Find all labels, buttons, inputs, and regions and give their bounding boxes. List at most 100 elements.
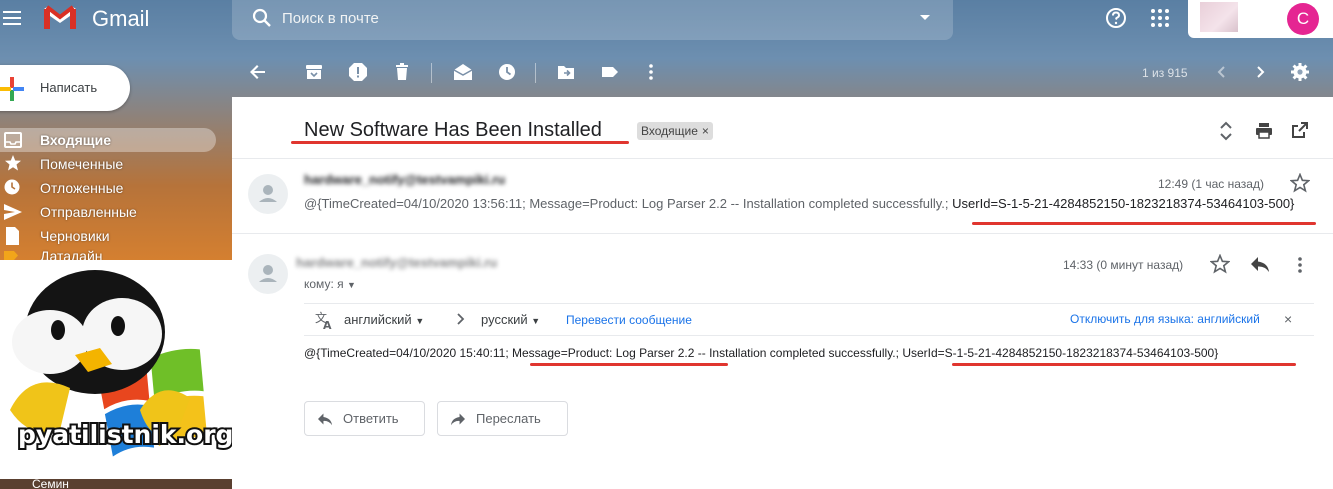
apps-grid-icon[interactable] [1149, 7, 1171, 29]
print-button[interactable] [1255, 122, 1273, 140]
chevron-down-icon: ▼ [346, 280, 356, 290]
source-language-value: английский [344, 312, 412, 327]
svg-text:A: A [323, 319, 332, 330]
highlight-underline [952, 363, 1296, 366]
help-icon[interactable] [1104, 6, 1128, 30]
watermark-logo: pyatilistnik.org [0, 260, 232, 489]
forward-label: Переслать [476, 411, 541, 426]
snippet-userid: UserId=S-1-5-21-4284852150-1823218374-53… [952, 196, 1295, 211]
sidebar-item-label: Входящие [40, 132, 111, 148]
star-outline-icon [1290, 173, 1310, 193]
settings-button[interactable] [1290, 62, 1310, 82]
report-spam-button[interactable] [348, 62, 368, 82]
gmail-m-icon [44, 5, 76, 29]
clock-icon [499, 64, 515, 80]
main-menu-button[interactable] [0, 5, 30, 31]
sidebar-item-label: Черновики [40, 228, 110, 244]
trash-icon [396, 63, 408, 80]
sidebar-item-label: Отправленные [40, 204, 137, 220]
label-chip-text: Входящие [641, 124, 698, 138]
body-userid: UserId=S-1-5-21-4284852150-1823218374-53… [902, 346, 1219, 360]
back-button[interactable] [248, 62, 268, 82]
more-options-button[interactable] [1290, 255, 1310, 275]
star-outline-icon [1210, 254, 1230, 274]
star-button[interactable] [1210, 254, 1230, 274]
highlight-underline [291, 141, 629, 144]
clock-icon [4, 179, 22, 195]
sidebar-item-more[interactable] [0, 248, 216, 260]
mark-unread-button[interactable] [452, 62, 474, 82]
account-photo[interactable] [1200, 2, 1238, 32]
labels-button[interactable] [600, 62, 620, 82]
chevron-down-icon: ▼ [415, 316, 425, 326]
print-icon [1256, 123, 1272, 139]
message-snippet[interactable]: @{TimeCreated=04/10/2020 13:56:11; Messa… [304, 196, 1310, 211]
snooze-button[interactable] [497, 62, 517, 82]
toolbar-divider [535, 63, 536, 83]
translate-message-link[interactable]: Перевести сообщение [566, 313, 692, 327]
open-in-new-icon [1292, 122, 1308, 138]
chevron-right-icon [1257, 66, 1265, 78]
target-language-select[interactable]: русский ▼ [481, 312, 540, 327]
delete-button[interactable] [392, 62, 412, 82]
body-text: @{TimeCreated=04/10/2020 15:40:11; [304, 346, 512, 360]
disable-translation-link[interactable]: Отключить для языка: английский [1070, 312, 1260, 326]
more-vert-icon [1298, 257, 1302, 273]
sender-avatar[interactable] [248, 254, 288, 294]
report-spam-icon [349, 63, 367, 81]
gmail-logo[interactable] [42, 5, 78, 31]
reply-button[interactable]: Ответить [304, 401, 425, 436]
source-language-select[interactable]: английский ▼ [344, 312, 424, 327]
gear-icon [1291, 63, 1309, 81]
message-time[interactable]: 12:49 (1 час назад) [1158, 177, 1264, 191]
hamburger-icon [3, 11, 21, 25]
search-input[interactable] [282, 6, 902, 30]
divider [232, 158, 1333, 159]
search-icon[interactable] [250, 6, 274, 30]
arrow-back-icon [250, 65, 265, 79]
forward-icon [451, 413, 465, 425]
search-options-dropdown-icon[interactable] [918, 10, 932, 24]
message-time[interactable]: 14:33 (0 минут назад) [1063, 258, 1183, 272]
send-icon [4, 204, 22, 220]
sender-email[interactable]: hardware_notify@testvampiki.ru [296, 255, 497, 270]
close-translate-icon[interactable]: × [1284, 311, 1292, 327]
older-button[interactable] [1250, 62, 1270, 82]
archive-button[interactable] [304, 62, 324, 82]
snippet-text: @{TimeCreated=04/10/2020 13:56:11; Messa… [304, 196, 953, 211]
divider [232, 233, 1333, 234]
target-language-value: русский [481, 312, 528, 327]
email-subject: New Software Has Been Installed [304, 119, 602, 141]
label-chip-inbox[interactable]: Входящие × [637, 122, 713, 140]
forward-button[interactable]: Переслать [437, 401, 568, 436]
hangouts-user-name[interactable]: Семин [32, 478, 69, 489]
chevron-left-icon [1217, 66, 1225, 78]
compose-plus-icon [0, 77, 24, 101]
account-avatar[interactable]: С [1287, 3, 1319, 35]
person-icon [259, 265, 277, 282]
open-new-window-button[interactable] [1292, 122, 1308, 138]
remove-label-icon[interactable]: × [702, 124, 709, 138]
newer-button[interactable] [1212, 62, 1232, 82]
person-icon [259, 185, 277, 202]
recipient-dropdown[interactable]: кому: я ▼ [304, 277, 356, 291]
app-name: Gmail [92, 6, 150, 31]
unfold-icon [1220, 121, 1232, 141]
more-actions-button[interactable] [641, 62, 661, 82]
body-text: -- Installation completed successfully.; [694, 346, 903, 360]
reply-icon [1251, 257, 1269, 272]
reply-button[interactable] [1250, 255, 1270, 273]
move-to-folder-icon [558, 66, 574, 79]
expand-all-button[interactable] [1219, 121, 1233, 141]
star-icon [4, 155, 22, 171]
translate-icon: 文A [314, 310, 334, 330]
sender-avatar[interactable] [248, 174, 288, 214]
watermark-text: pyatilistnik.org [18, 420, 232, 449]
chevron-down-icon: ▼ [531, 316, 541, 326]
move-to-button[interactable] [556, 62, 576, 82]
sender-email[interactable]: hardware_notify@testvampiki.ru [304, 172, 505, 186]
reply-icon [318, 413, 332, 425]
penguin-logo-image: pyatilistnik.org [10, 270, 232, 457]
star-button[interactable] [1290, 173, 1310, 193]
draft-icon [4, 227, 22, 245]
